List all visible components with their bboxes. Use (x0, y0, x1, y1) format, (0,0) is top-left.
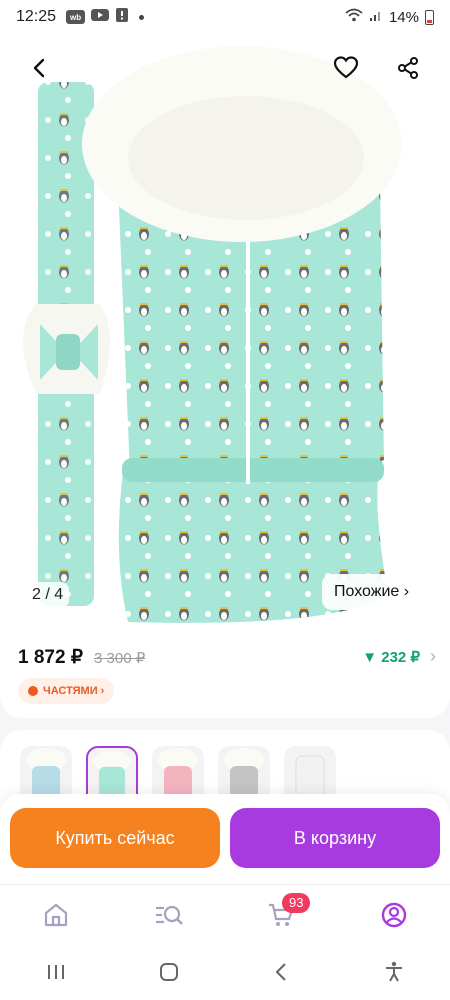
system-navigation-bar (0, 944, 450, 1000)
arrow-left-icon (33, 58, 45, 78)
tab-catalog[interactable] (144, 893, 194, 937)
cashback-amount[interactable]: ▼ 232 ₽ (362, 648, 420, 666)
cart-count-badge: 93 (282, 892, 311, 913)
wildberries-notification-icon: wb (66, 10, 86, 24)
youtube-notification-icon (91, 8, 110, 26)
alert-notification-icon (115, 7, 129, 27)
buy-now-button[interactable]: Купить сейчас (10, 808, 220, 868)
home-button[interactable] (147, 950, 191, 994)
battery-percent: 14% (388, 8, 419, 26)
accessibility-icon (385, 961, 402, 982)
recent-apps-icon (48, 965, 65, 979)
bottom-tab-bar: 93 (0, 884, 450, 944)
profile-icon (381, 902, 406, 927)
product-gallery[interactable]: 2 / 4 Похожие › (0, 34, 450, 626)
tab-home[interactable] (31, 893, 81, 937)
status-time: 12:25 (16, 8, 57, 25)
tab-cart[interactable]: 93 (256, 892, 311, 937)
share-button[interactable] (388, 48, 428, 88)
chevron-left-icon (275, 963, 286, 981)
more-notifications-icon (139, 14, 145, 20)
status-bar: 12:25 wb 14% (0, 0, 450, 34)
accessibility-button[interactable] (372, 950, 416, 994)
similar-products-button[interactable]: Похожие › (322, 574, 422, 610)
pie-chart-icon (28, 686, 38, 696)
product-photo (23, 46, 402, 623)
gallery-pager: 2 / 4 (26, 582, 70, 608)
catalog-search-icon (155, 905, 183, 925)
battery-icon (425, 9, 434, 25)
old-price: 3 300 ₽ (94, 650, 146, 667)
purchase-action-bar: Купить сейчас В корзину (0, 794, 450, 884)
wifi-icon (345, 8, 363, 26)
heart-icon (333, 56, 359, 79)
chevron-right-icon[interactable]: › (430, 646, 436, 667)
back-button[interactable] (20, 48, 60, 88)
favorite-button[interactable] (326, 48, 366, 88)
home-icon (45, 903, 68, 926)
current-price: 1 872 ₽ (18, 647, 83, 668)
share-icon (398, 57, 418, 79)
price-card: 1 872 ₽ 3 300 ₽ ▼ 232 ₽ › ЧАСТЯМИ › (0, 626, 450, 718)
recent-apps-button[interactable] (34, 950, 78, 994)
system-back-button[interactable] (259, 950, 303, 994)
tab-profile[interactable] (369, 893, 419, 937)
signal-icon (369, 8, 383, 26)
home-square-icon (159, 963, 178, 981)
installments-button[interactable]: ЧАСТЯМИ › (18, 678, 115, 704)
add-to-cart-button[interactable]: В корзину (230, 808, 440, 868)
installments-label: ЧАСТЯМИ › (43, 685, 105, 697)
